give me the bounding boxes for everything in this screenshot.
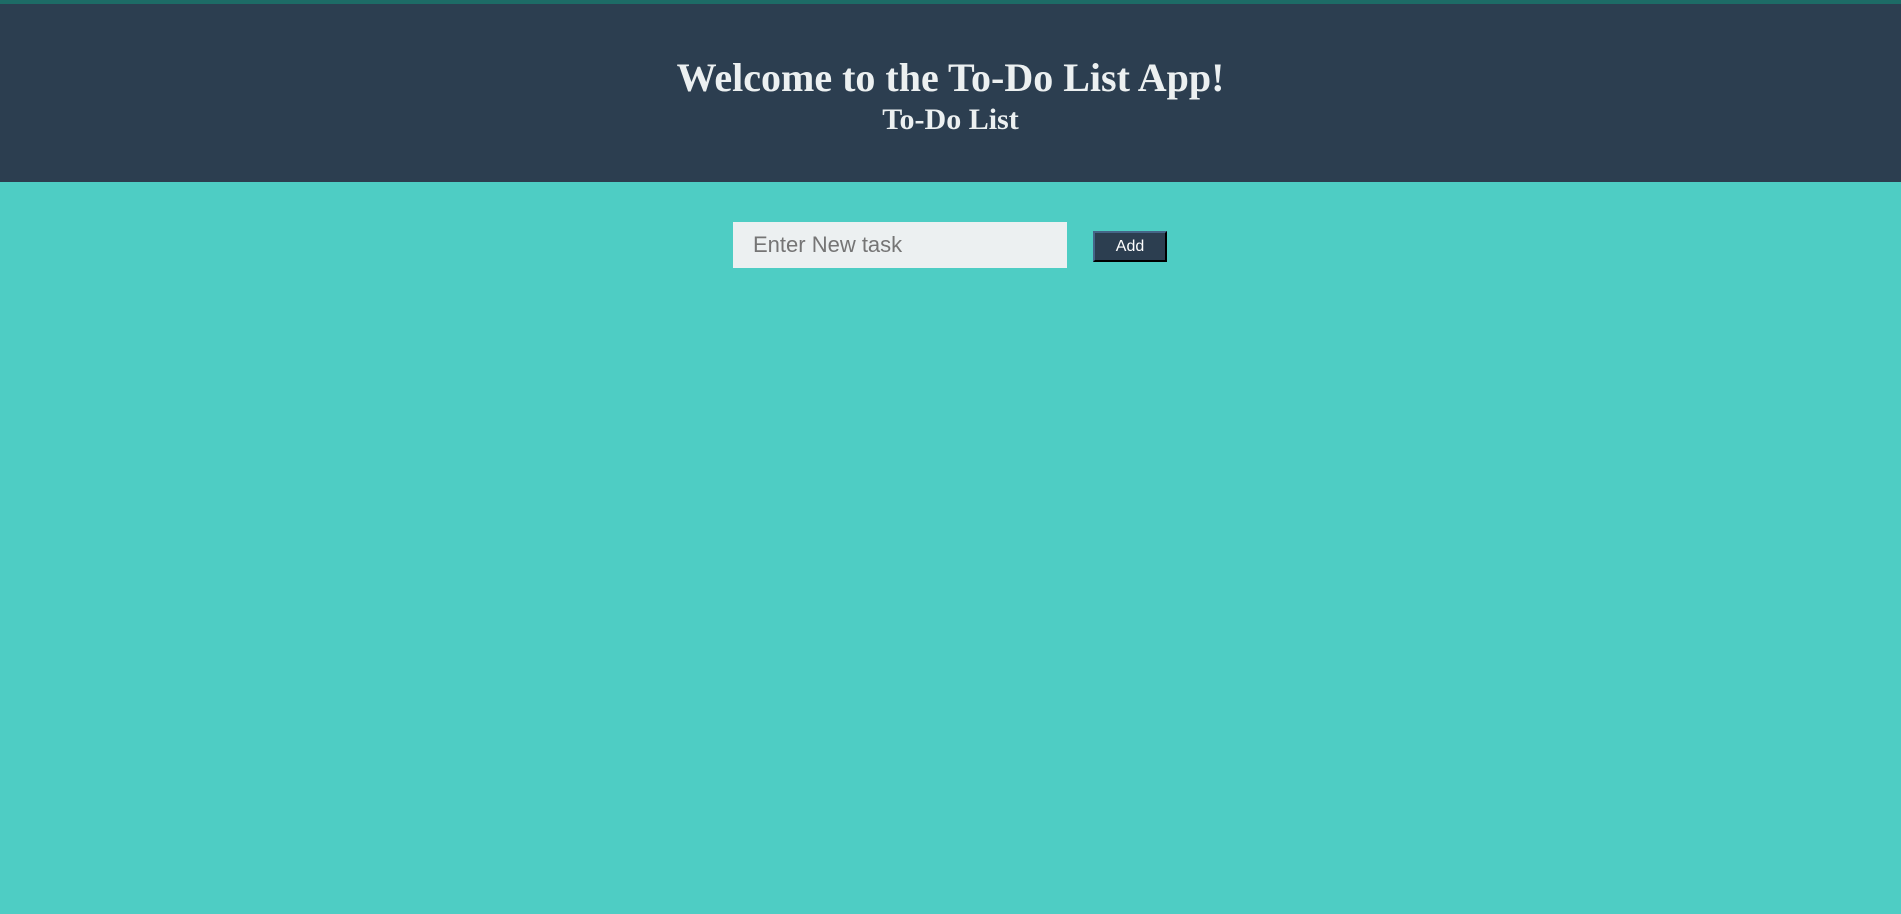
add-task-form: Add <box>0 182 1901 282</box>
add-task-button[interactable]: Add <box>1093 231 1167 262</box>
list-subtitle: To-Do List <box>882 103 1019 136</box>
new-task-input[interactable] <box>733 222 1067 268</box>
app-title: Welcome to the To-Do List App! <box>676 55 1225 100</box>
app-header: Welcome to the To-Do List App! To-Do Lis… <box>0 4 1901 182</box>
